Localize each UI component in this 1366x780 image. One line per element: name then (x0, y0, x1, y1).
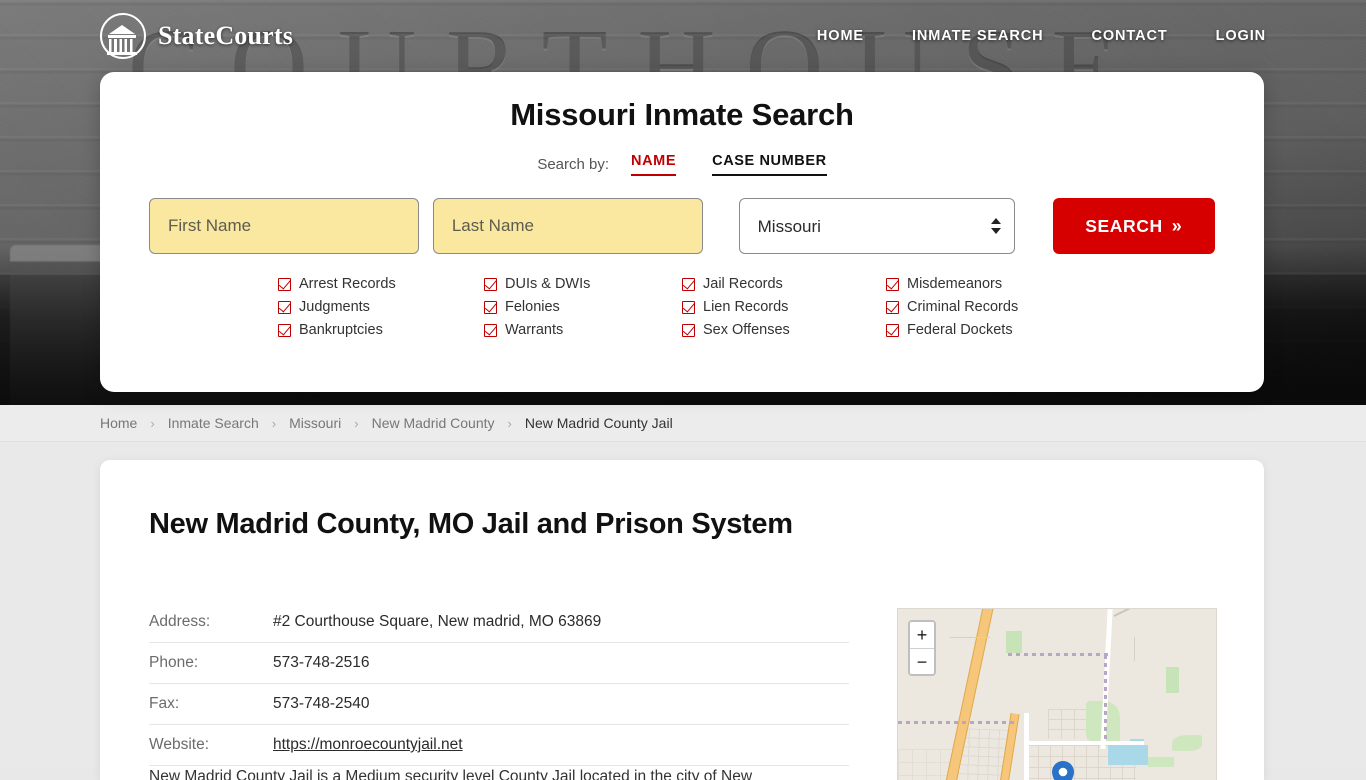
record-type-item: Warrants (484, 322, 682, 338)
checked-checkbox-icon (886, 323, 899, 337)
record-type-item: DUIs & DWIs (484, 276, 682, 292)
search-button-label: SEARCH (1085, 215, 1163, 236)
record-type-item: Lien Records (682, 299, 886, 315)
search-fields-row: Missouri SEARCH » (100, 198, 1264, 254)
zoom-out-button[interactable]: − (910, 649, 934, 674)
tab-case-number[interactable]: CASE NUMBER (712, 153, 827, 176)
brand-logo[interactable]: StateCourts (100, 13, 293, 59)
info-key: Phone: (149, 642, 273, 684)
info-value: 573-748-2516 (273, 642, 849, 684)
breadcrumb-item-new-madrid-county[interactable]: New Madrid County (372, 415, 495, 431)
checked-checkbox-icon (886, 277, 899, 291)
nav-item-login[interactable]: LOGIN (1216, 28, 1266, 44)
info-key: Address: (149, 602, 273, 643)
chevron-right-icon: › (271, 415, 277, 431)
search-by-label: Search by: (537, 156, 610, 173)
checked-checkbox-icon (484, 323, 497, 337)
checked-checkbox-icon (682, 323, 695, 337)
facility-description: New Madrid County Jail is a Medium secur… (149, 768, 753, 780)
search-title: Missouri Inmate Search (510, 97, 854, 132)
top-navigation-bar: StateCourts HOME INMATE SEARCH CONTACT L… (0, 0, 1366, 72)
double-chevron-right-icon: » (1171, 215, 1183, 236)
checked-checkbox-icon (278, 300, 291, 314)
checked-checkbox-icon (886, 300, 899, 314)
state-select[interactable]: Missouri (738, 198, 1015, 254)
location-map[interactable]: + − (897, 608, 1217, 780)
state-select-wrap: Missouri (738, 198, 1015, 254)
checked-checkbox-icon (682, 277, 695, 291)
info-value: https://monroecountyjail.net (273, 724, 849, 766)
record-type-item: Jail Records (682, 276, 886, 292)
map-pin-icon (1052, 761, 1074, 780)
brand-name: StateCourts (158, 21, 294, 50)
map-tiles (898, 609, 1216, 780)
checked-checkbox-icon (278, 323, 291, 337)
breadcrumb: Home › Inmate Search › Missouri › New Ma… (0, 405, 1366, 442)
info-key: Website: (149, 724, 273, 766)
record-type-item: Criminal Records (886, 299, 1086, 315)
record-type-item: Misdemeanors (886, 276, 1086, 292)
record-type-item: Sex Offenses (682, 322, 886, 338)
record-type-item: Bankruptcies (278, 322, 484, 338)
website-link[interactable]: https://monroecountyjail.net (273, 736, 463, 753)
record-type-item: Arrest Records (278, 276, 484, 292)
tab-name[interactable]: NAME (631, 153, 677, 176)
last-name-input[interactable] (432, 198, 703, 254)
checked-checkbox-icon (278, 277, 291, 291)
courthouse-circle-icon (100, 13, 146, 59)
breadcrumb-item-current: New Madrid County Jail (524, 415, 673, 431)
inmate-search-card: Missouri Inmate Search Search by: NAME C… (100, 72, 1264, 392)
chevron-right-icon: › (354, 415, 359, 431)
breadcrumb-item-home[interactable]: Home (100, 415, 137, 431)
search-by-row: Search by: NAME CASE NUMBER (100, 153, 1264, 176)
record-type-item: Federal Dockets (886, 322, 1086, 338)
info-value: 573-748-2540 (273, 683, 849, 725)
info-key: Fax: (149, 683, 273, 725)
search-button[interactable]: SEARCH » (1052, 198, 1215, 254)
page-body: New Madrid County, MO Jail and Prison Sy… (0, 442, 1366, 780)
table-row: Address: #2 Courthouse Square, New madri… (149, 602, 849, 643)
main-nav: HOME INMATE SEARCH CONTACT LOGIN (817, 28, 1266, 44)
table-row: Fax: 573-748-2540 (149, 683, 849, 725)
chevron-right-icon: › (150, 415, 155, 431)
facility-info-table: Address: #2 Courthouse Square, New madri… (149, 602, 849, 766)
nav-item-home[interactable]: HOME (817, 28, 864, 44)
detail-card: New Madrid County, MO Jail and Prison Sy… (100, 460, 1264, 780)
first-name-input[interactable] (149, 198, 419, 254)
checked-checkbox-icon (682, 300, 695, 314)
table-row: Phone: 573-748-2516 (149, 642, 849, 684)
table-row: Website: https://monroecountyjail.net (149, 724, 849, 766)
zoom-in-button[interactable]: + (910, 622, 934, 649)
chevron-right-icon: › (507, 415, 512, 431)
map-zoom-controls: + − (908, 620, 936, 676)
breadcrumb-item-inmate-search[interactable]: Inmate Search (168, 415, 259, 431)
record-type-item: Judgments (278, 299, 484, 315)
breadcrumb-item-missouri[interactable]: Missouri (289, 415, 341, 431)
nav-item-inmate-search[interactable]: INMATE SEARCH (912, 28, 1043, 44)
nav-item-contact[interactable]: CONTACT (1091, 28, 1167, 44)
info-value: #2 Courthouse Square, New madrid, MO 638… (273, 602, 849, 643)
checked-checkbox-icon (484, 277, 497, 291)
record-types-list: Arrest Records DUIs & DWIs Jail Records … (100, 276, 1264, 338)
checked-checkbox-icon (484, 300, 497, 314)
page-title: New Madrid County, MO Jail and Prison Sy… (149, 508, 793, 540)
record-type-item: Felonies (484, 299, 682, 315)
